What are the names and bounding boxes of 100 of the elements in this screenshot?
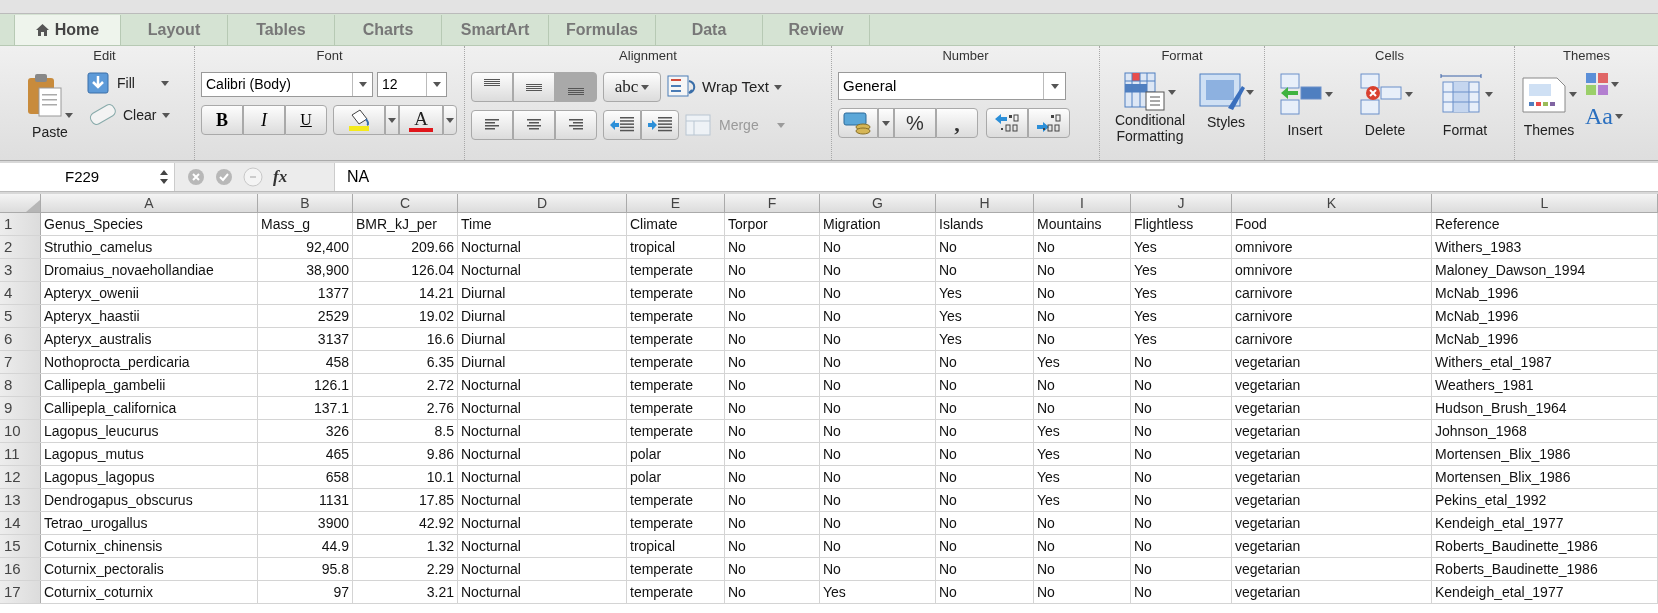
indent-button[interactable] bbox=[603, 110, 641, 140]
table-cell-text: Nocturnal bbox=[461, 421, 521, 441]
decimal-button[interactable] bbox=[986, 108, 1028, 138]
table-cell-text: Coturnix_pectoralis bbox=[44, 559, 164, 579]
currency-button[interactable] bbox=[838, 108, 878, 138]
dropdown-button[interactable] bbox=[878, 108, 894, 138]
bold-button[interactable]: B bbox=[201, 105, 243, 135]
column-header[interactable]: E bbox=[627, 194, 725, 212]
table-cell-text: Yes bbox=[1037, 352, 1060, 372]
table-cell-text: Lagopus_lagopus bbox=[44, 467, 155, 487]
row-header[interactable]: 12 bbox=[0, 466, 41, 488]
delete-button[interactable]: Delete bbox=[1351, 72, 1419, 160]
function-button[interactable]: fx bbox=[273, 164, 288, 190]
dropdown-button[interactable] bbox=[385, 105, 399, 135]
row-header[interactable]: 3 bbox=[0, 259, 41, 281]
table-cell-text: Dendrogapus_obscurus bbox=[44, 490, 193, 510]
vertical-align-button[interactable] bbox=[555, 72, 597, 102]
insert-button[interactable]: Insert bbox=[1271, 72, 1339, 160]
vertical-align-button[interactable] bbox=[513, 72, 555, 102]
table-cell-text: Yes bbox=[1134, 306, 1157, 326]
paste-button[interactable]: Paste bbox=[21, 72, 79, 160]
row-header[interactable]: 16 bbox=[0, 558, 41, 580]
row-header[interactable]: 14 bbox=[0, 512, 41, 534]
percent-button[interactable]: % bbox=[894, 108, 936, 138]
color-squares-icon bbox=[1585, 72, 1609, 96]
wrap-text-button[interactable]: Wrap Text bbox=[667, 75, 782, 99]
dropdown-button[interactable] bbox=[443, 105, 457, 135]
column-header[interactable]: J bbox=[1131, 194, 1232, 212]
table-cell-text: No bbox=[939, 375, 957, 395]
group-title: Font bbox=[316, 47, 343, 66]
column-header[interactable]: F bbox=[725, 194, 820, 212]
column-header[interactable]: I bbox=[1034, 194, 1131, 212]
row-header[interactable]: 17 bbox=[0, 581, 41, 603]
group-title: Edit bbox=[93, 47, 116, 66]
table-cell-text: Nocturnal bbox=[461, 375, 521, 395]
fill-color-button[interactable] bbox=[333, 105, 385, 135]
number-format-field[interactable]: General bbox=[838, 72, 1066, 100]
table-cell-text: 2529 bbox=[317, 306, 349, 326]
table-cell-text: 1.32 bbox=[426, 536, 454, 556]
column-header[interactable]: B bbox=[258, 194, 353, 212]
caret-icon bbox=[1246, 89, 1254, 95]
ribbon-tab[interactable]: Home bbox=[14, 15, 121, 45]
increase-indent-icon bbox=[647, 117, 673, 133]
italic-button[interactable]: I bbox=[243, 105, 285, 135]
font-name-field[interactable]: Calibri (Body) bbox=[201, 72, 373, 97]
column-header[interactable]: L bbox=[1432, 194, 1658, 212]
horizontal-align-button[interactable] bbox=[513, 110, 555, 140]
format-cells-button[interactable]: Format bbox=[1431, 72, 1499, 160]
table-cell-text: No bbox=[728, 559, 746, 579]
indent-button[interactable] bbox=[641, 110, 679, 140]
orientation-button[interactable]: abc bbox=[603, 72, 661, 102]
row-header[interactable]: 7 bbox=[0, 351, 41, 373]
row-header[interactable]: 4 bbox=[0, 282, 41, 304]
table-cell-text: Diurnal bbox=[461, 329, 506, 349]
table-cell-text: No bbox=[939, 260, 957, 280]
underline-button[interactable]: U bbox=[285, 105, 327, 135]
table-cell-text: McNab_1996 bbox=[1435, 306, 1519, 326]
row-header[interactable]: 1 bbox=[0, 213, 41, 235]
row-header[interactable]: 13 bbox=[0, 489, 41, 511]
comma-button[interactable]: , bbox=[936, 108, 978, 138]
column-header[interactable]: C bbox=[353, 194, 458, 212]
horizontal-align-button[interactable] bbox=[471, 110, 513, 140]
column-header[interactable]: G bbox=[820, 194, 936, 212]
themes-button[interactable]: Themes bbox=[1521, 72, 1577, 141]
table-cell-text: No bbox=[728, 536, 746, 556]
clipboard-icon bbox=[27, 72, 63, 118]
caret-icon bbox=[1569, 91, 1577, 97]
table-cell-text: vegetarian bbox=[1235, 398, 1301, 418]
font-size-field[interactable]: 12 bbox=[377, 72, 447, 97]
delete-cells-icon bbox=[1357, 72, 1405, 116]
row-header[interactable]: 9 bbox=[0, 397, 41, 419]
row-header[interactable]: 10 bbox=[0, 420, 41, 442]
table-cell-text: Roberts_Baudinette_1986 bbox=[1435, 559, 1598, 579]
table-cell-text: omnivore bbox=[1235, 237, 1293, 257]
column-header[interactable]: K bbox=[1232, 194, 1432, 212]
font-color-button[interactable]: A bbox=[399, 105, 443, 135]
home-icon bbox=[35, 24, 49, 36]
fill-button[interactable]: Fill bbox=[87, 72, 171, 94]
table-cell-text: 44.9 bbox=[321, 536, 349, 556]
horizontal-align-button[interactable] bbox=[555, 110, 597, 140]
row-header[interactable]: 15 bbox=[0, 535, 41, 557]
conditional-formatting-button[interactable]: Conditional Formatting bbox=[1106, 72, 1194, 160]
table-cell-text: vegetarian bbox=[1235, 444, 1301, 464]
row-header[interactable]: 2 bbox=[0, 236, 41, 258]
row-header[interactable]: 11 bbox=[0, 443, 41, 465]
table-icon bbox=[685, 114, 711, 136]
vertical-align-button[interactable] bbox=[471, 72, 513, 102]
styles-button[interactable]: Styles bbox=[1198, 72, 1254, 160]
column-header[interactable]: H bbox=[936, 194, 1034, 212]
decimal-button[interactable] bbox=[1028, 108, 1070, 138]
clear-button[interactable]: Clear bbox=[87, 104, 171, 126]
table-cell-text: Reference bbox=[1435, 214, 1500, 234]
row-header[interactable]: 8 bbox=[0, 374, 41, 396]
caret-icon bbox=[446, 117, 454, 123]
column-header[interactable]: A bbox=[41, 194, 258, 212]
row-header[interactable]: 6 bbox=[0, 328, 41, 350]
theme-fonts-button[interactable]: Aa bbox=[1585, 104, 1623, 128]
row-header[interactable]: 5 bbox=[0, 305, 41, 327]
column-header[interactable]: D bbox=[458, 194, 627, 212]
table-cell-text: No bbox=[728, 582, 746, 602]
